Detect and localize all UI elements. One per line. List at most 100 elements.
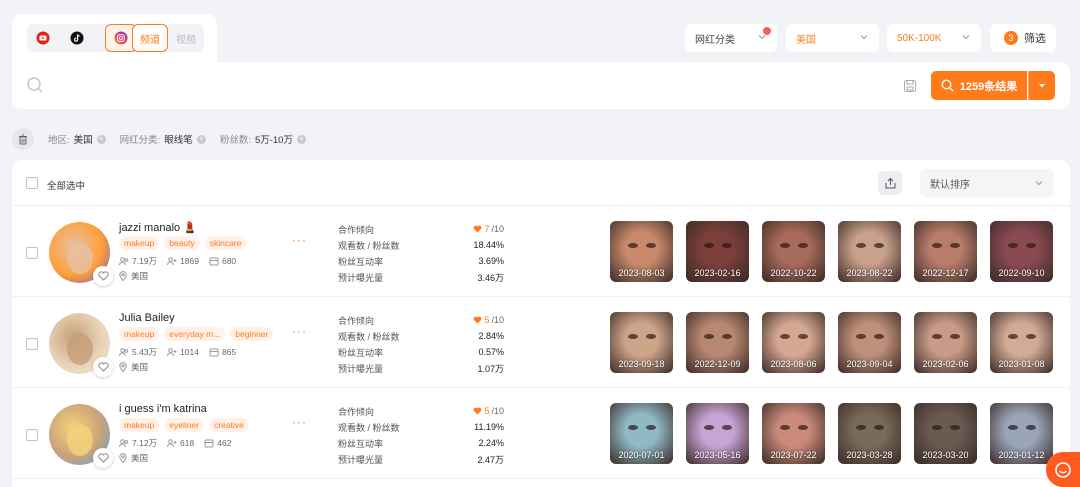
- video-thumbnail[interactable]: 2023-08-03: [610, 221, 673, 282]
- video-thumbnail[interactable]: 2023-08-06: [762, 312, 825, 373]
- influencer-name[interactable]: Julia Bailey: [119, 312, 175, 324]
- filter-count-badge: 3: [1004, 31, 1018, 45]
- posts-stat: 680: [209, 256, 236, 266]
- chat-button[interactable]: [1046, 452, 1080, 487]
- search-bar[interactable]: [12, 62, 1070, 109]
- video-thumbnail[interactable]: 2023-09-04: [838, 312, 901, 373]
- profile-stats: 7.12万 618 462: [119, 437, 231, 449]
- export-icon: [885, 177, 895, 188]
- row-checkbox[interactable]: [26, 429, 38, 441]
- tag[interactable]: beginner: [230, 327, 274, 341]
- category-label: 网红分类: [695, 34, 735, 46]
- filter-button[interactable]: 3 筛选: [990, 24, 1056, 52]
- tag[interactable]: everyday m...: [164, 327, 226, 341]
- select-all-checkbox[interactable]: [26, 177, 38, 189]
- metric-row: 粉丝互动率 3.69%: [338, 253, 504, 269]
- region-dropdown[interactable]: 美国: [786, 24, 879, 52]
- cooperation-score: 5 /10: [473, 315, 504, 325]
- following-stat: 1014: [167, 347, 199, 357]
- video-thumbnail[interactable]: 2023-08-22: [838, 221, 901, 282]
- metric-value: 2.24%: [478, 438, 504, 448]
- video-date: 2023-01-08: [998, 359, 1045, 369]
- applied-filters: 地区: 美国 × 网红分类: 眼线笔 × 粉丝数: 5万-10万 ×: [12, 128, 306, 150]
- influencer-row[interactable]: i guess i'm katrina makeup eyeliner creati…: [12, 388, 1070, 479]
- video-thumbnail[interactable]: 2023-03-28: [838, 403, 901, 464]
- remove-chip-icon[interactable]: ×: [196, 134, 206, 144]
- more-tags-button[interactable]: ···: [292, 324, 307, 338]
- chip-value: 眼线笔: [164, 135, 193, 146]
- video-date: 2023-02-16: [694, 268, 741, 278]
- video-thumbnail[interactable]: 2023-02-06: [914, 312, 977, 373]
- tag[interactable]: creative: [209, 418, 249, 432]
- followers-value: 5.43万: [132, 347, 158, 357]
- row-checkbox[interactable]: [26, 338, 38, 350]
- influencer-name[interactable]: jazzi manalo 💄: [119, 221, 197, 234]
- video-thumbnail[interactable]: 2023-01-12: [990, 403, 1053, 464]
- more-tags-button[interactable]: ···: [292, 415, 307, 429]
- clear-filters-button[interactable]: [12, 128, 34, 150]
- favorite-button[interactable]: [93, 448, 113, 468]
- tab-channel[interactable]: 频道: [132, 24, 168, 52]
- metric-row: 观看数 / 粉丝数 2.84%: [338, 328, 504, 344]
- platform-switcher: [27, 24, 139, 52]
- tag[interactable]: makeup: [119, 418, 160, 432]
- chip-value: 美国: [73, 135, 93, 146]
- video-thumbnail[interactable]: 2020-07-01: [610, 403, 673, 464]
- posts-value: 680: [221, 256, 237, 266]
- video-thumbnail[interactable]: 2023-09-18: [610, 312, 673, 373]
- video-thumbnail[interactable]: 2022-09-10: [990, 221, 1053, 282]
- tab-video[interactable]: 视频: [168, 24, 204, 52]
- favorite-button[interactable]: [93, 357, 113, 377]
- save-icon[interactable]: [903, 79, 917, 93]
- tag[interactable]: skincare: [204, 236, 247, 250]
- platform-tiktok[interactable]: [61, 24, 93, 52]
- chip-label: 地区:: [48, 135, 70, 146]
- video-thumbnail[interactable]: 2022-12-17: [914, 221, 977, 282]
- video-thumbnail[interactable]: 2023-01-08: [990, 312, 1053, 373]
- video-thumbnail[interactable]: 2023-05-16: [686, 403, 749, 464]
- more-tags-button[interactable]: ···: [292, 233, 307, 247]
- location: 美国: [119, 452, 148, 464]
- video-date: 2023-05-16: [694, 450, 741, 460]
- remove-chip-icon[interactable]: ×: [296, 134, 306, 144]
- metric-row: 粉丝互动率 0.57%: [338, 344, 504, 360]
- tag[interactable]: eyeliner: [164, 418, 205, 432]
- video-thumbnail[interactable]: 2023-07-22: [762, 403, 825, 464]
- region-value: 美国: [796, 34, 816, 46]
- sort-dropdown[interactable]: 默认排序: [920, 169, 1054, 197]
- influencer-row[interactable]: Julia Bailey makeup everyday m... beginner…: [12, 297, 1070, 388]
- search-button[interactable]: 1259条结果: [931, 71, 1027, 100]
- category-dropdown[interactable]: 网红分类: [685, 24, 777, 52]
- row-checkbox[interactable]: [26, 247, 38, 259]
- export-button[interactable]: [878, 171, 902, 195]
- location-value: 美国: [131, 362, 149, 372]
- metric-label: 合作倾向: [338, 406, 375, 417]
- influencer-row[interactable]: jazzi manalo 💄 makeup beauty skincare 7.19…: [12, 206, 1070, 297]
- favorite-button[interactable]: [93, 266, 113, 286]
- tag[interactable]: makeup: [119, 236, 160, 250]
- metric-row: 预计曝光量 2.47万: [338, 451, 504, 467]
- score-value: 7: [484, 224, 490, 234]
- heart-icon: [97, 362, 109, 372]
- metric-value: 0.57%: [478, 347, 504, 357]
- metric-label: 合作倾向: [338, 224, 375, 235]
- followers-dropdown[interactable]: 50K-100K: [887, 24, 981, 52]
- video-date: 2023-09-18: [618, 359, 665, 369]
- followers-value: 50K-100K: [897, 32, 942, 44]
- tag[interactable]: beauty: [164, 236, 200, 250]
- video-thumbnail[interactable]: 2022-12-09: [686, 312, 749, 373]
- search-options-button[interactable]: [1028, 71, 1055, 100]
- heart-handshake-icon: [474, 225, 482, 233]
- video-thumbnail[interactable]: 2023-02-16: [686, 221, 749, 282]
- tag[interactable]: makeup: [119, 327, 160, 341]
- video-thumbnail[interactable]: 2023-03-20: [914, 403, 977, 464]
- platform-youtube[interactable]: [27, 24, 59, 52]
- profile-stats: 7.19万 1869 680: [119, 255, 236, 267]
- remove-chip-icon[interactable]: ×: [96, 134, 106, 144]
- video-thumbnail[interactable]: 2022-10-22: [762, 221, 825, 282]
- metric-value: 1.07万: [477, 363, 504, 374]
- metric-label: 粉丝互动率: [338, 438, 384, 449]
- followers-value: 7.19万: [132, 256, 158, 266]
- filter-label: 筛选: [1024, 33, 1046, 45]
- influencer-name[interactable]: i guess i'm katrina: [119, 403, 207, 415]
